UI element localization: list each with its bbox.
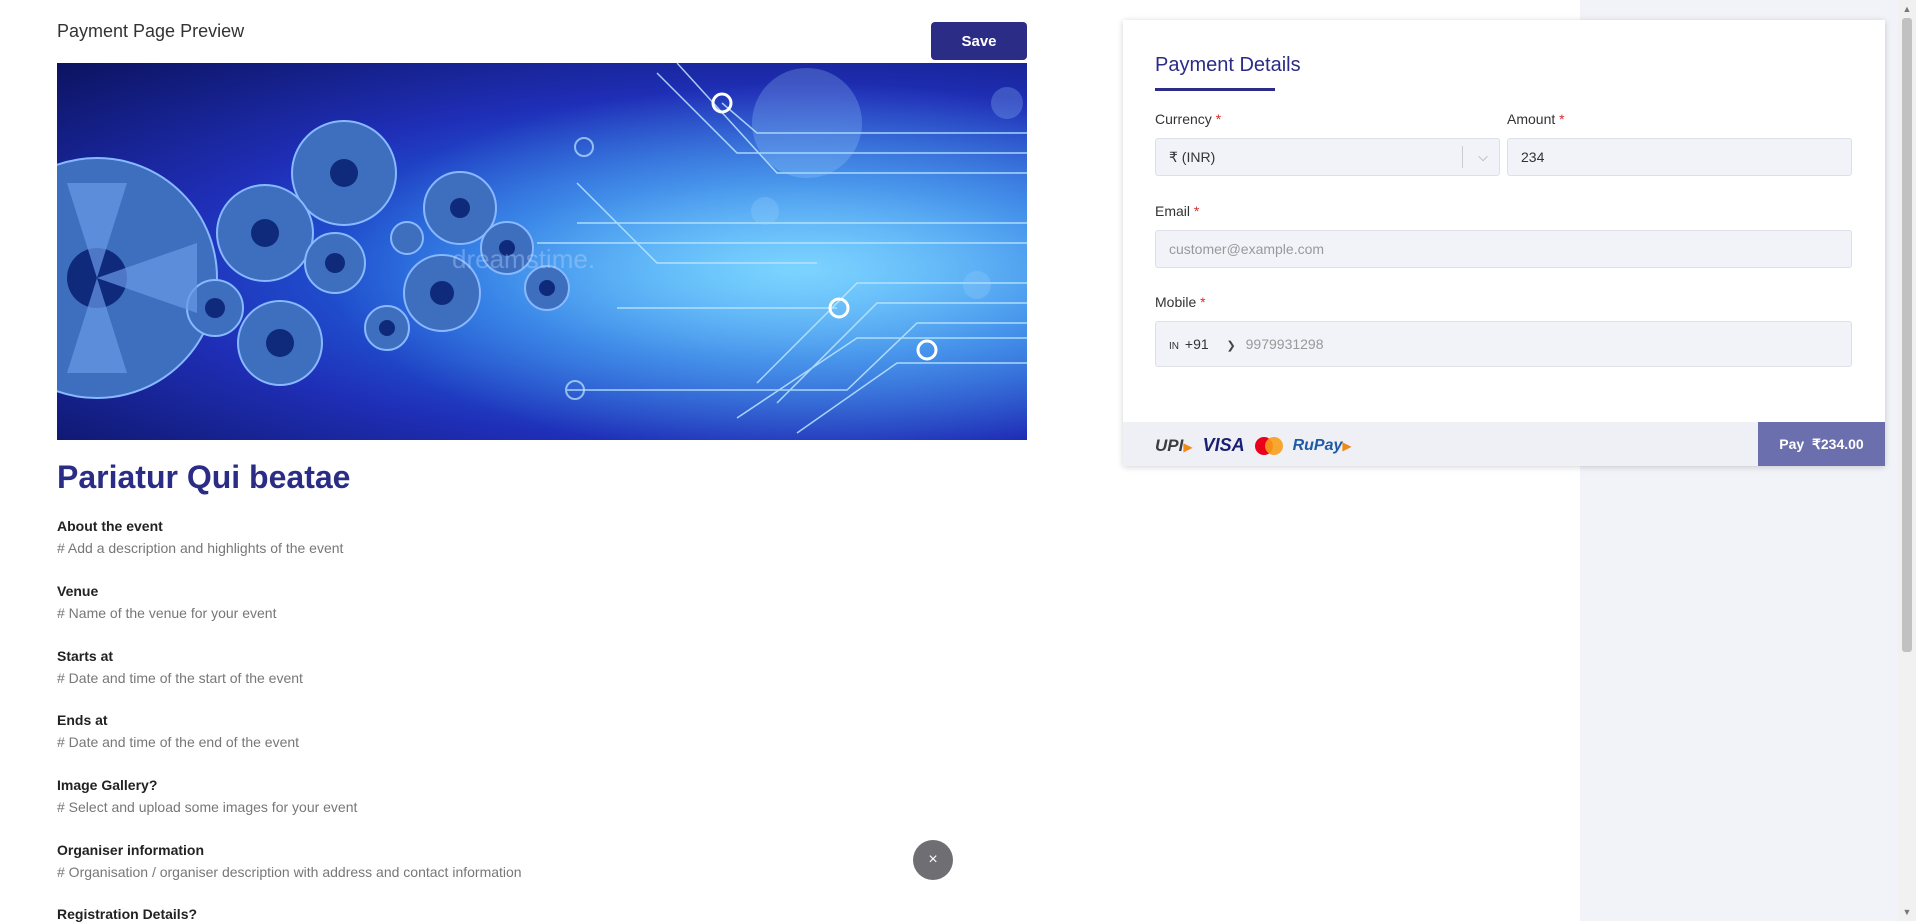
title-underline: [1155, 88, 1275, 91]
page-title: Payment Page Preview: [57, 21, 245, 41]
mobile-placeholder: 9979931298: [1245, 336, 1324, 352]
mobile-input[interactable]: IN +91 ❯ 9979931298: [1155, 321, 1852, 367]
mastercard-logo: [1254, 436, 1283, 455]
section-label: Venue: [57, 583, 99, 599]
close-icon[interactable]: ×: [913, 840, 953, 880]
arrow-icon: ▶: [1183, 439, 1193, 454]
event-title: Pariatur Qui beatae: [57, 459, 351, 495]
section-description: # Add a description and highlights of th…: [57, 540, 344, 556]
section-label: Registration Details?: [57, 906, 198, 922]
section-label: Starts at: [57, 648, 114, 664]
email-label: Email *: [1155, 203, 1200, 219]
section-description: # Date and time of the start of the even…: [57, 670, 303, 686]
mobile-label: Mobile *: [1155, 294, 1206, 310]
section-description: # Date and time of the end of the event: [57, 734, 300, 750]
section-label: Ends at: [57, 712, 108, 728]
section-ends-at: Ends at # Date and time of the end of th…: [57, 712, 299, 750]
section-venue: Venue # Name of the venue for your event: [57, 583, 276, 621]
section-label: Image Gallery?: [57, 777, 158, 793]
currency-label: Currency *: [1155, 111, 1222, 127]
banner-artwork: dreamstime.: [57, 63, 1027, 440]
section-organiser: Organiser information # Organisation / o…: [57, 842, 522, 880]
visa-logo: VISA: [1202, 435, 1245, 455]
chevron-down-icon[interactable]: ❯: [1227, 340, 1236, 352]
payment-footer: UPI▶ VISA RuPay▶ Pay ₹234.00: [1123, 422, 1885, 466]
event-banner-image: dreamstime.: [57, 63, 1027, 440]
section-description: # Select and upload some images for your…: [57, 799, 358, 815]
scroll-up-icon[interactable]: ▲: [1898, 2, 1916, 16]
select-divider: [1462, 146, 1463, 168]
amount-label: Amount *: [1507, 111, 1565, 127]
rupay-logo: RuPay▶: [1292, 436, 1352, 454]
section-registration: Registration Details?: [57, 906, 197, 922]
payment-method-logos: UPI▶ VISA RuPay▶: [1155, 435, 1352, 456]
upi-logo: UPI▶: [1155, 435, 1193, 455]
country-code[interactable]: +91: [1185, 336, 1209, 352]
section-image-gallery: Image Gallery? # Select and upload some …: [57, 777, 357, 815]
section-starts-at: Starts at # Date and time of the start o…: [57, 648, 303, 686]
banner-watermark: dreamstime.: [452, 244, 595, 274]
mastercard-orange-circle: [1264, 436, 1283, 455]
vertical-scrollbar[interactable]: ▲ ▼: [1898, 0, 1916, 921]
scrollbar-thumb[interactable]: [1902, 18, 1912, 652]
section-about: About the event # Add a description and …: [57, 518, 343, 556]
pay-button[interactable]: Pay ₹234.00: [1758, 422, 1885, 466]
section-description: # Organisation / organiser description w…: [57, 864, 522, 880]
arrow-icon: ▶: [1342, 438, 1352, 453]
save-button[interactable]: Save: [931, 22, 1027, 60]
country-flag: IN: [1169, 341, 1179, 352]
payment-details-title: Payment Details: [1155, 54, 1301, 76]
section-label: Organiser information: [57, 842, 205, 858]
amount-input[interactable]: 234: [1507, 138, 1852, 176]
section-description: # Name of the venue for your event: [57, 605, 277, 621]
email-input[interactable]: customer@example.com: [1155, 230, 1852, 268]
chevron-down-icon: ⌵: [1478, 149, 1488, 164]
scroll-down-icon[interactable]: ▼: [1898, 905, 1916, 919]
payment-details-card: Payment Details Currency * ₹ (INR) ⌵ Amo…: [1123, 20, 1885, 466]
currency-select[interactable]: ₹ (INR) ⌵: [1155, 138, 1500, 176]
section-label: About the event: [57, 518, 163, 534]
